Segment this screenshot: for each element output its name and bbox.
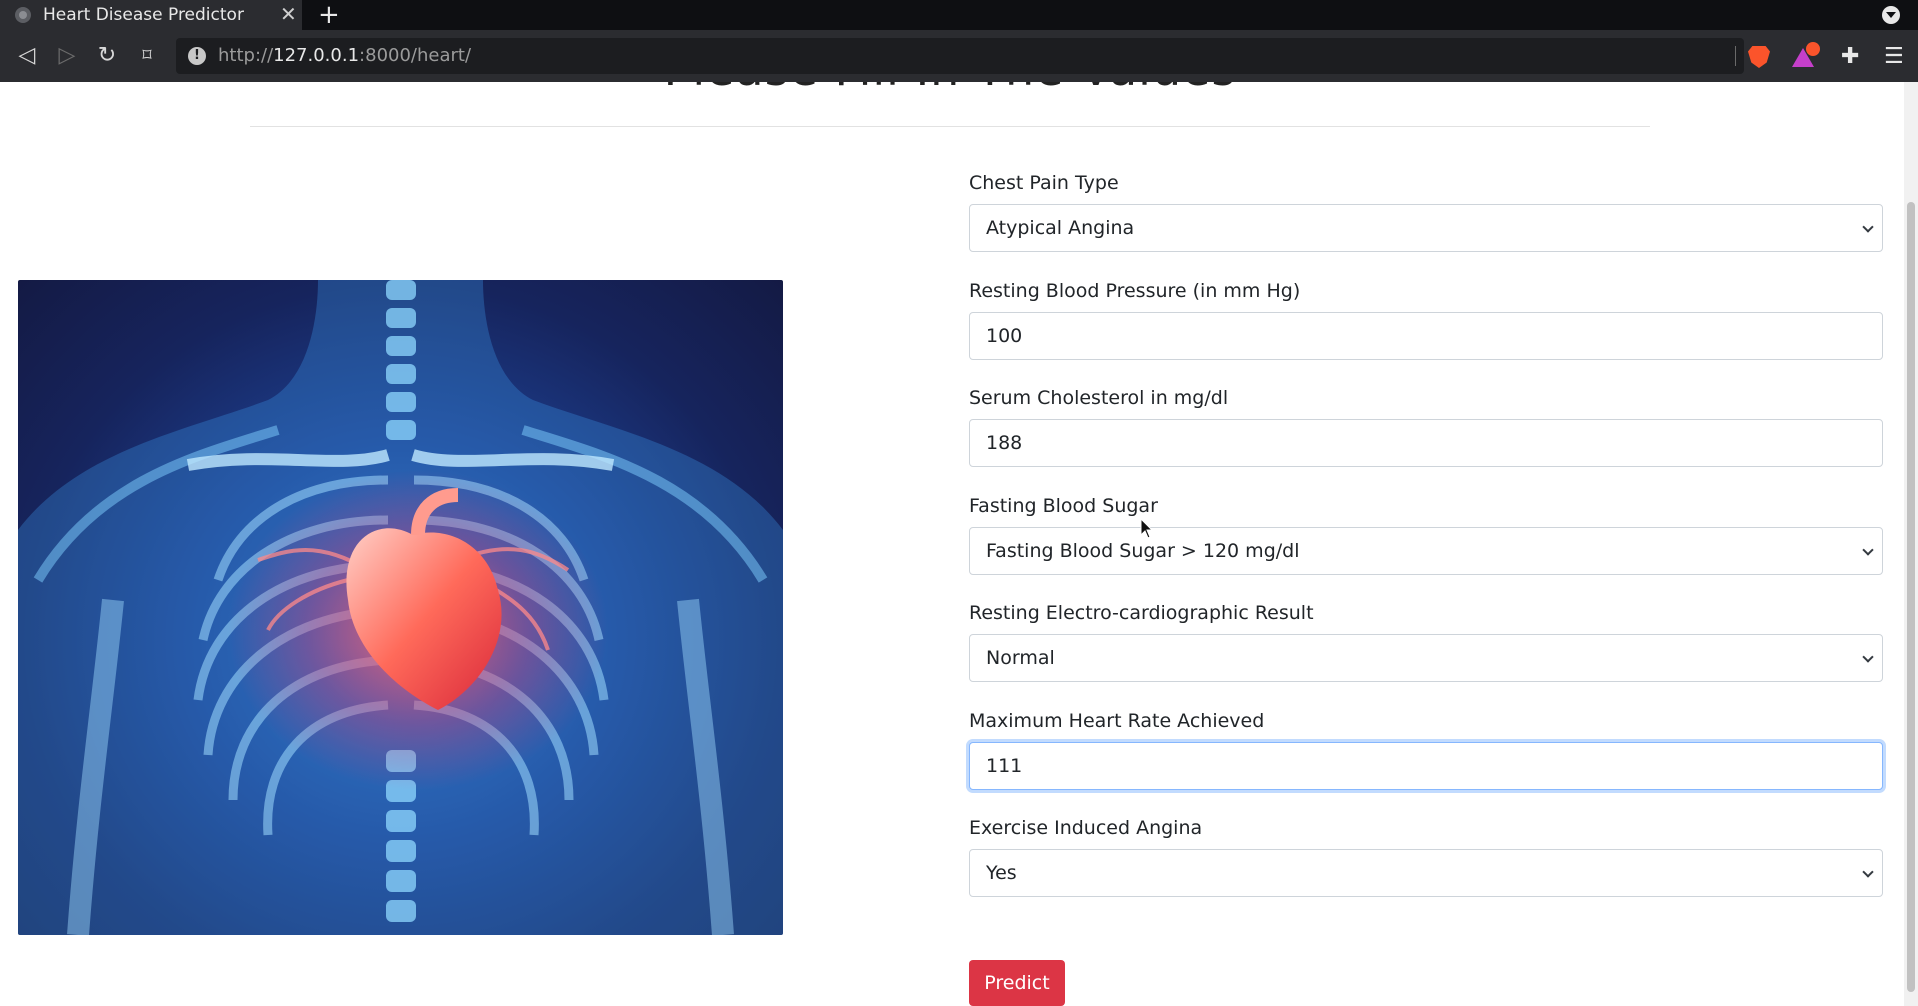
menu-icon[interactable]: ☰ xyxy=(1884,46,1906,68)
forward-icon[interactable]: ▷ xyxy=(51,40,83,72)
notification-badge xyxy=(1806,42,1820,56)
chest-pain-type-select[interactable]: Atypical Angina xyxy=(969,204,1883,252)
exercise-induced-angina-select[interactable]: Yes xyxy=(969,849,1883,897)
chevron-down-icon xyxy=(1862,866,1874,878)
resting-ecg-value: Normal xyxy=(986,647,1055,669)
fasting-blood-sugar-value: Fasting Blood Sugar > 120 mg/dl xyxy=(986,540,1300,562)
globe-icon xyxy=(15,7,31,23)
extensions-icon[interactable]: ✚ xyxy=(1841,46,1863,68)
chevron-down-icon xyxy=(1862,221,1874,233)
max-heart-rate-value: 111 xyxy=(986,755,1023,777)
brave-shields-icon[interactable] xyxy=(1748,46,1770,68)
mouse-cursor-icon xyxy=(1140,518,1154,539)
tab-title: Heart Disease Predictor xyxy=(43,5,244,25)
heart-xray-image xyxy=(18,280,783,935)
resting-ecg-label: Resting Electro-cardiographic Result xyxy=(969,602,1314,624)
browser-tab-strip: Heart Disease Predictor ✕ + xyxy=(0,0,1918,30)
tab-menu-icon[interactable] xyxy=(1882,6,1900,24)
exercise-induced-angina-label: Exercise Induced Angina xyxy=(969,817,1203,839)
back-icon[interactable]: ◁ xyxy=(11,40,43,72)
scrollbar-thumb[interactable] xyxy=(1907,202,1915,992)
serum-cholesterol-input[interactable]: 188 xyxy=(969,419,1883,467)
page-title: Please Fill In The Values xyxy=(0,82,1900,96)
new-tab-button[interactable]: + xyxy=(318,0,340,30)
close-tab-icon[interactable]: ✕ xyxy=(280,2,297,26)
browser-tab[interactable]: Heart Disease Predictor ✕ xyxy=(0,0,302,30)
chevron-down-icon xyxy=(1862,544,1874,556)
chest-illustration xyxy=(18,280,783,935)
site-info-icon[interactable]: ! xyxy=(188,47,206,65)
predict-button[interactable]: Predict xyxy=(969,960,1065,1006)
max-heart-rate-input[interactable]: 111 xyxy=(969,742,1883,790)
reload-icon[interactable]: ↻ xyxy=(91,40,123,72)
browser-toolbar: ◁ ▷ ↻ ⌑ ! http://127.0.0.1:8000/heart/ ✚… xyxy=(0,30,1918,82)
chest-pain-type-label: Chest Pain Type xyxy=(969,172,1119,194)
address-bar-separator xyxy=(1735,46,1736,66)
serum-cholesterol-value: 188 xyxy=(986,432,1023,454)
resting-blood-pressure-value: 100 xyxy=(986,325,1023,347)
resting-blood-pressure-label: Resting Blood Pressure (in mm Hg) xyxy=(969,280,1301,302)
max-heart-rate-label: Maximum Heart Rate Achieved xyxy=(969,710,1265,732)
url-text[interactable]: http://127.0.0.1:8000/heart/ xyxy=(218,45,471,66)
brave-rewards-icon[interactable] xyxy=(1792,42,1820,68)
fasting-blood-sugar-label: Fasting Blood Sugar xyxy=(969,495,1158,517)
resting-ecg-select[interactable]: Normal xyxy=(969,634,1883,682)
address-bar[interactable]: ! http://127.0.0.1:8000/heart/ xyxy=(176,38,1744,74)
exercise-induced-angina-value: Yes xyxy=(986,862,1017,884)
page-viewport: Please Fill In The Values xyxy=(0,82,1918,1006)
title-divider xyxy=(250,126,1650,127)
serum-cholesterol-label: Serum Cholesterol in mg/dl xyxy=(969,387,1229,409)
fasting-blood-sugar-select[interactable]: Fasting Blood Sugar > 120 mg/dl xyxy=(969,527,1883,575)
chest-pain-type-value: Atypical Angina xyxy=(986,217,1135,239)
page-scrollbar[interactable] xyxy=(1904,82,1918,1006)
chevron-down-icon xyxy=(1862,651,1874,663)
resting-blood-pressure-input[interactable]: 100 xyxy=(969,312,1883,360)
bookmark-icon[interactable]: ⌑ xyxy=(131,40,163,72)
